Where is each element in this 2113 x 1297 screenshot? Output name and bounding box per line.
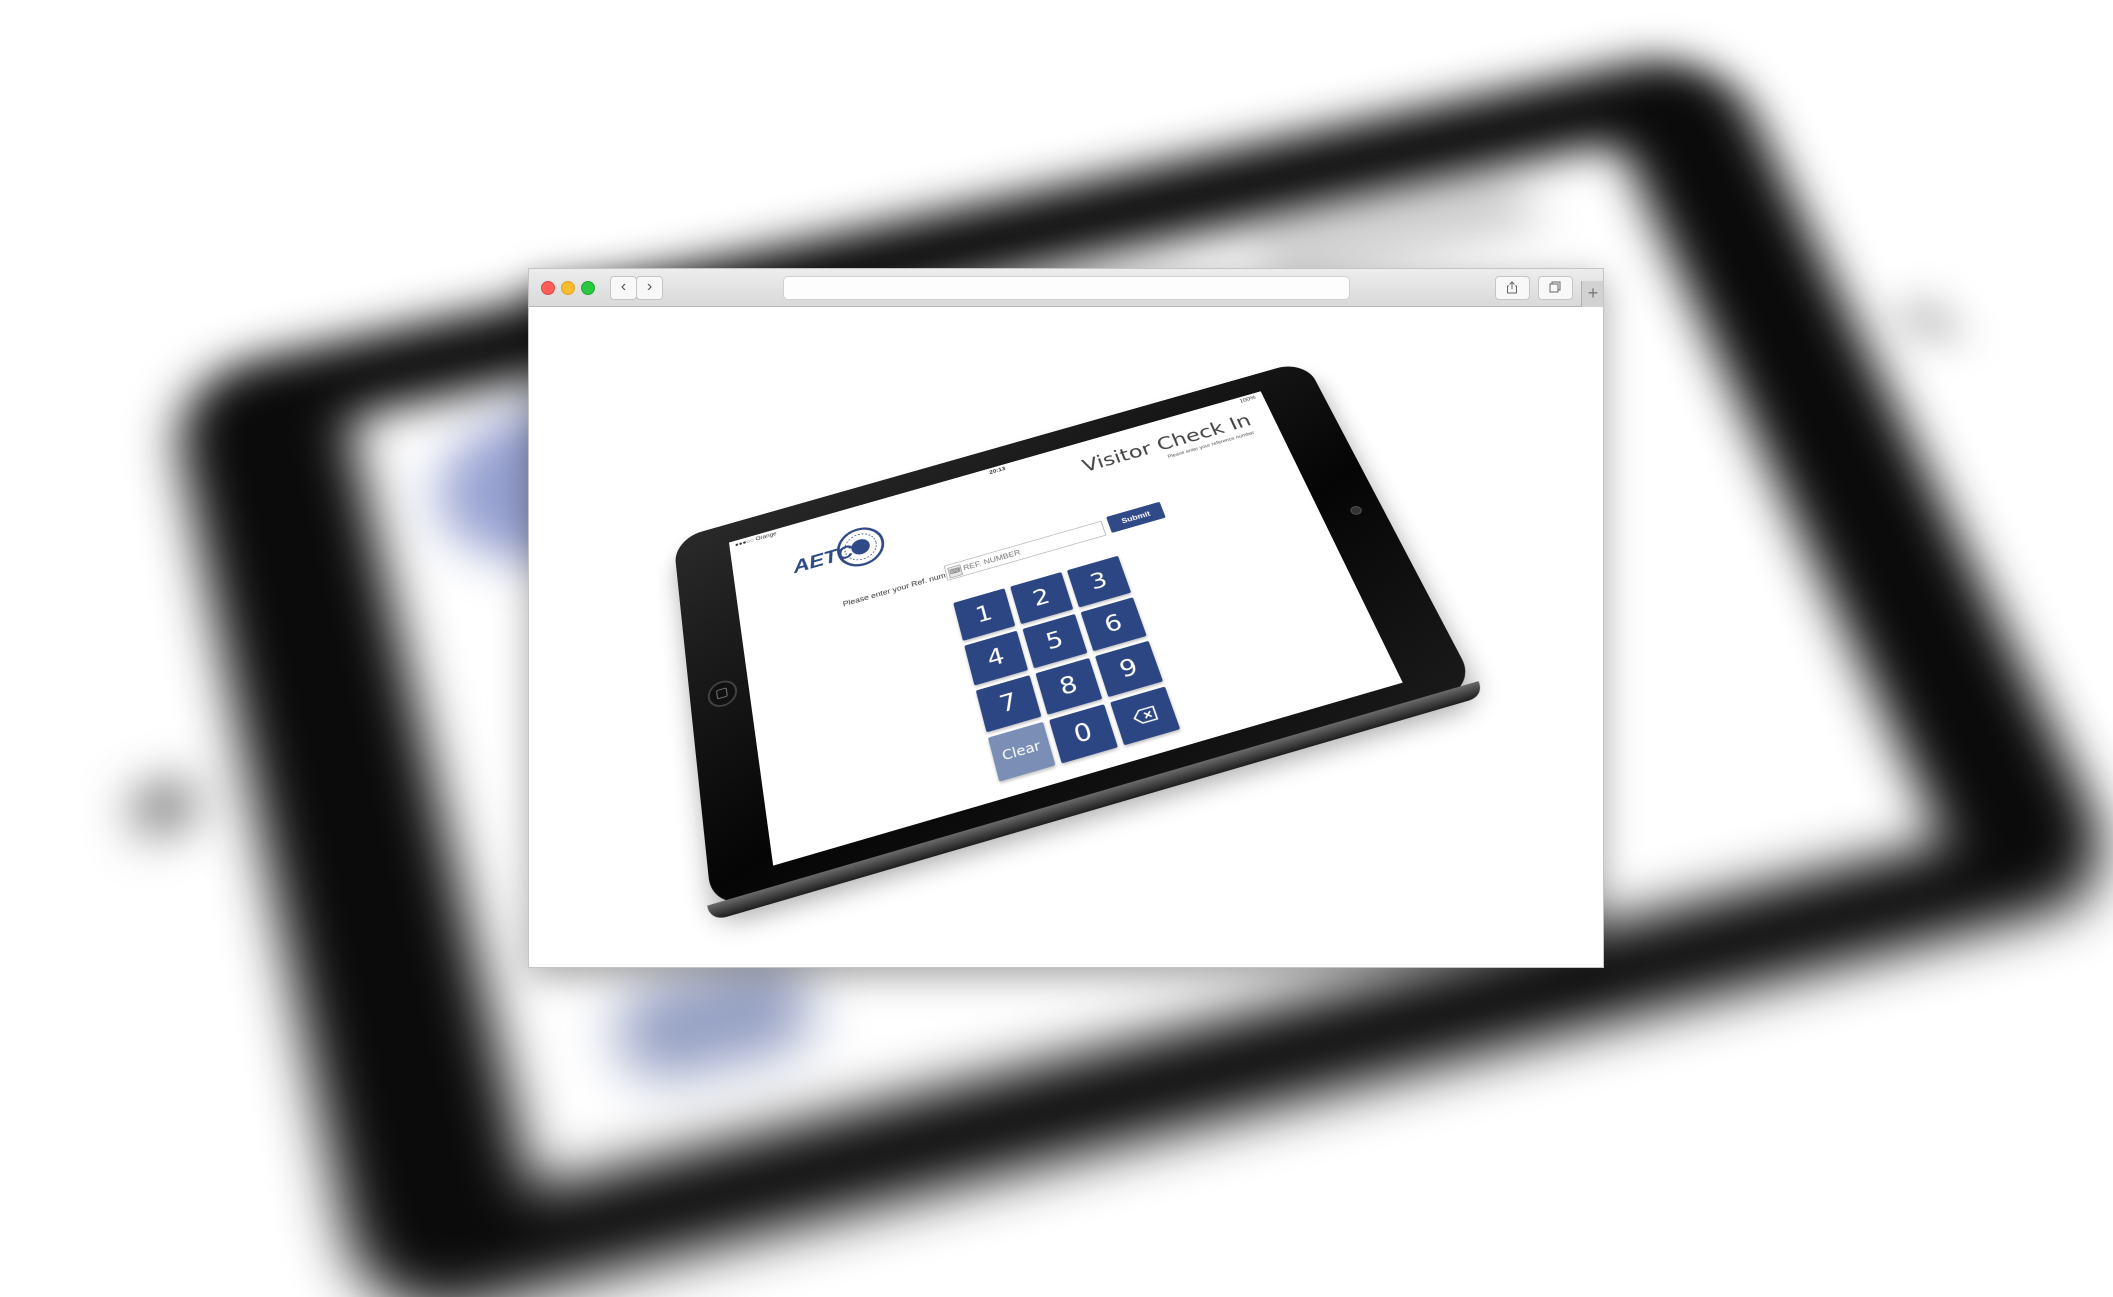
- key-9[interactable]: 9: [1095, 640, 1164, 698]
- browser-toolbar: ‹ › +: [529, 269, 1603, 307]
- front-camera: [1348, 504, 1364, 516]
- address-bar[interactable]: [783, 276, 1350, 300]
- background-home-button: [135, 779, 194, 836]
- status-time: 20:13: [988, 466, 1007, 476]
- key-8[interactable]: 8: [1035, 657, 1103, 715]
- browser-content: ●●●○○ Orange 20:13 100% AETC Visitor Che…: [529, 307, 1603, 967]
- logo-text: AETC: [791, 541, 856, 578]
- show-tabs-button[interactable]: [1538, 276, 1573, 300]
- backspace-key[interactable]: [1110, 686, 1181, 746]
- numeric-keypad: 1 2 3 4 5 6 7 8 9 Clear 0: [953, 555, 1181, 782]
- key-7[interactable]: 7: [975, 675, 1042, 733]
- zoom-window-button[interactable]: [581, 281, 595, 295]
- browser-window: ‹ › + ●●●○○ Orange 20:13 100% AETC Visit…: [528, 268, 1604, 968]
- new-tab-button[interactable]: +: [1581, 281, 1603, 307]
- clear-key[interactable]: Clear: [987, 721, 1056, 782]
- tablet-device: ●●●○○ Orange 20:13 100% AETC Visitor Che…: [673, 360, 1487, 923]
- share-button[interactable]: [1495, 276, 1530, 300]
- background-camera: [1908, 305, 1948, 336]
- background-button-blur: [608, 953, 821, 1090]
- tabs-icon: [1549, 281, 1561, 293]
- share-icon: [1507, 281, 1517, 294]
- status-battery: 100%: [1238, 395, 1257, 405]
- minimize-window-button[interactable]: [561, 281, 575, 295]
- ref-number-label: Please enter your Ref. number:: [842, 567, 962, 609]
- status-bar: ●●●○○ Orange 20:13 100%: [729, 391, 1265, 552]
- close-window-button[interactable]: [541, 281, 555, 295]
- backspace-icon: [1131, 705, 1158, 726]
- back-button[interactable]: ‹: [610, 276, 637, 300]
- home-button: [706, 677, 739, 711]
- keyboard-icon: ⌨: [947, 564, 964, 579]
- tablet-screen: ●●●○○ Orange 20:13 100% AETC Visitor Che…: [728, 391, 1403, 866]
- key-0[interactable]: 0: [1049, 704, 1118, 764]
- forward-button[interactable]: ›: [636, 276, 663, 300]
- submit-button[interactable]: Submit: [1106, 501, 1166, 533]
